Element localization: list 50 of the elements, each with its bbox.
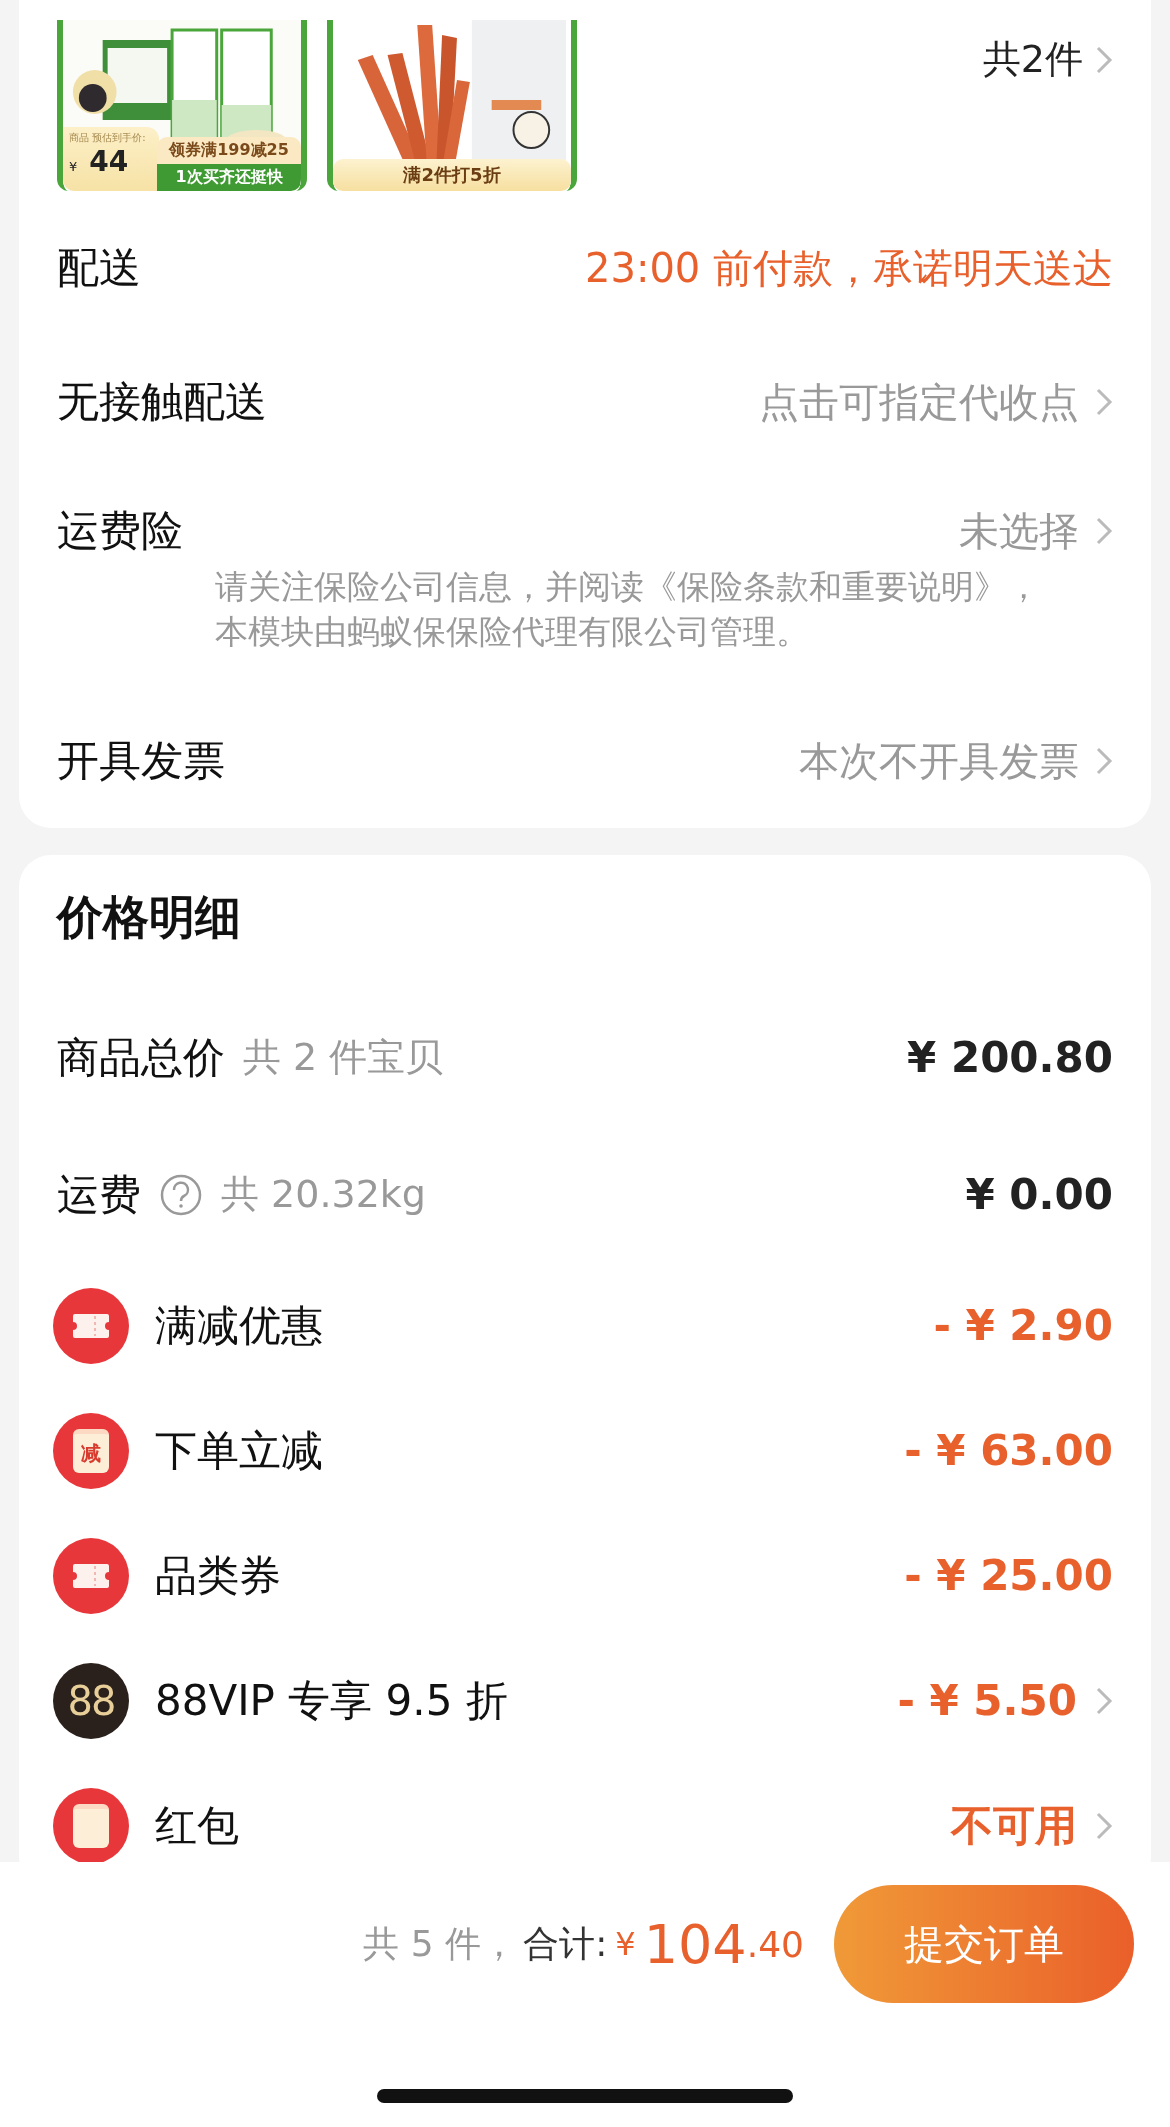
price-row-note: 共 20.32kg	[221, 1171, 426, 1219]
promo-badge: 满2件打5折	[333, 159, 571, 191]
price-row-label: 满减优惠	[155, 1299, 323, 1352]
total-amount: 104	[643, 1912, 747, 1976]
promo-badge: 领券满199减25	[157, 137, 301, 164]
total-count: 共 5 件，	[363, 1921, 518, 1966]
total-label: 合计:	[523, 1921, 608, 1966]
row-value[interactable]: 未选择	[959, 503, 1079, 559]
price-row-note: 共 2 件宝贝	[243, 1034, 444, 1082]
currency-symbol: ¥	[69, 159, 78, 174]
row-label: 开具发票	[57, 735, 225, 788]
chevron-icon	[1095, 746, 1113, 777]
vip-badge-icon: 88	[53, 1662, 129, 1739]
price-amount: ¥ 200.80	[907, 1033, 1113, 1083]
row-label: 无接触配送	[57, 376, 267, 428]
row-value[interactable]: 点击可指定代收点	[759, 374, 1079, 430]
price-tag-label: 商品 预估到手价:	[69, 131, 147, 145]
price-row-label: 下单立减	[155, 1424, 323, 1477]
row-label: 运费险	[57, 505, 183, 557]
section-title: 价格明细	[57, 889, 242, 947]
price-amount: 不可用	[951, 1799, 1077, 1852]
price-amount: - ¥ 5.50	[897, 1676, 1077, 1726]
chevron-icon	[1095, 516, 1113, 546]
row-value[interactable]: 本次不开具发票	[799, 733, 1079, 789]
price-row-label: 品类券	[155, 1549, 281, 1602]
chevron-icon	[1095, 387, 1113, 417]
insurance-note: 请关注保险公司信息，并阅读《保险条款和重要说明》，本模块由蚂蚁保保险代理有限公司管理。	[214, 566, 1041, 653]
price-amount: - ¥ 2.90	[933, 1301, 1113, 1351]
row-value: 23:00 前付款，承诺明天送达	[585, 243, 1113, 293]
product-thumbnail[interactable]: 满2件打5折	[327, 20, 577, 191]
price-row-label: 运费	[57, 1168, 141, 1221]
total-amount-decimals: .40	[746, 1923, 804, 1965]
submit-order-button[interactable]: 提交订单	[834, 1885, 1134, 2003]
price-row-label: 88VIP 专享 9.5 折	[155, 1674, 508, 1727]
item-count-link[interactable]: 共2件	[982, 20, 1113, 85]
promo-badge: 1次买齐还挺快	[157, 164, 301, 191]
price-amount: - ¥ 63.00	[904, 1426, 1113, 1476]
chevron-icon	[1095, 1685, 1113, 1716]
chevron-icon	[1095, 1810, 1113, 1841]
price-value: 44	[89, 145, 129, 178]
currency-symbol: ¥	[615, 1925, 636, 1963]
help-icon[interactable]	[159, 1172, 203, 1217]
chevron-icon	[1095, 44, 1113, 75]
row-label: 配送	[57, 242, 141, 294]
price-amount: ¥ 0.00	[965, 1170, 1113, 1220]
price-row-label: 商品总价	[57, 1031, 225, 1084]
product-thumbnail[interactable]: 商品 预估到手价: ¥ 44 领券满199减25 1次买齐还挺快	[57, 20, 307, 191]
envelope-icon: 减	[53, 1412, 129, 1489]
price-amount: - ¥ 25.00	[904, 1551, 1113, 1601]
price-row-label: 红包	[155, 1799, 239, 1852]
